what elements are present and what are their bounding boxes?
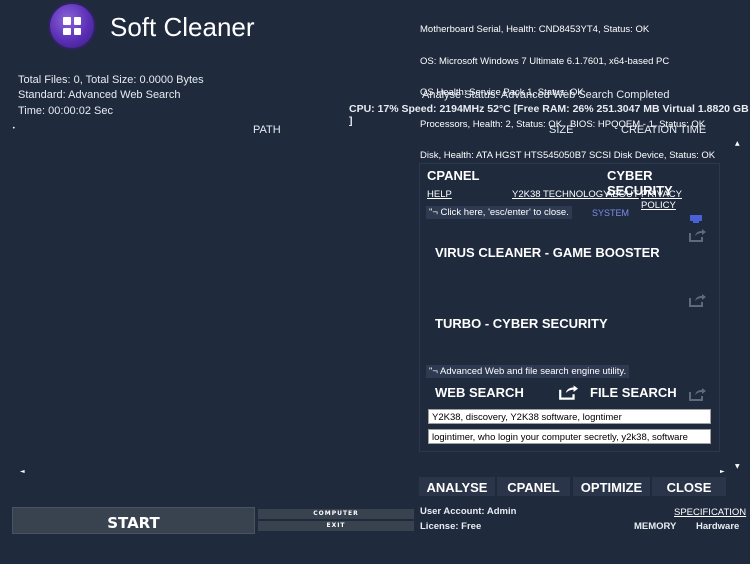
cpanel-title: CPANEL [427,168,480,183]
scroll-left-arrow-icon[interactable]: ◄ [20,468,25,475]
sysinfo-line: Motherboard Serial, Health: CND8453YT4, … [420,24,650,35]
web-search-button[interactable]: WEB SEARCH [435,385,524,400]
total-files-text: Total Files: 0, Total Size: 0.0000 Bytes [18,74,204,86]
time-text: Time: 00:00:02 Sec [18,105,113,117]
share-icon[interactable] [558,384,578,400]
turbo-cyber-security[interactable]: TURBO - CYBER SECURITY [435,316,608,331]
optimize-button[interactable]: OPTIMIZE [573,477,650,496]
close-button[interactable]: CLOSE [652,477,726,496]
help-link[interactable]: HELP [427,189,452,200]
monitor-icon[interactable] [690,208,702,223]
cpanel-popup: CPANEL CYBER SECURITY HELP Y2K38 TECHNOL… [419,163,720,452]
close-hint[interactable]: "¬ Click here, 'esc/enter' to close. [426,206,572,219]
window-grid-icon [63,17,81,35]
file-search-field[interactable]: logintimer, who login your computer secr… [428,429,711,444]
app-title: Soft Cleaner [110,12,255,42]
sysinfo-line: Disk, Health: ATA HGST HTS545050B7 SCSI … [420,150,716,161]
file-search-button[interactable]: FILE SEARCH [590,385,677,400]
search-engine-hint: "¬ Advanced Web and file search engine u… [426,365,630,378]
computer-button[interactable]: COMPUTER [258,509,414,519]
y2k38-technology-link[interactable]: Y2K38 TECHNOLOGY [512,189,610,200]
memory-button[interactable]: MEMORY [634,521,676,532]
standard-text: Standard: Advanced Web Search [18,89,181,101]
analyse-status-text: Analyse Status: Advanced Web Search Comp… [422,89,670,101]
system-info: Motherboard Serial, Health: CND8453YT4, … [420,4,715,172]
scroll-up-icon[interactable]: ▲ [735,140,740,147]
specification-link[interactable]: SPECIFICATION [674,507,746,518]
privacy-policy-link[interactable]: PRIVACY POLICY [641,189,719,211]
share-icon[interactable] [688,227,706,242]
app-logo [50,4,94,48]
web-search-field[interactable]: Y2K38, discovery, Y2K38 software, lognti… [428,409,711,424]
system-link[interactable]: SYSTEM [592,208,629,218]
virus-cleaner-game-booster[interactable]: VIRUS CLEANER - GAME BOOSTER [435,245,660,260]
start-button[interactable]: START [12,507,255,534]
analyse-button[interactable]: ANALYSE [419,477,495,496]
sysinfo-line: OS: Microsoft Windows 7 Ultimate 6.1.760… [420,55,670,67]
hardware-button[interactable]: Hardware [696,521,739,532]
license-text: License: Free [420,521,482,532]
exit-button[interactable]: EXIT [258,521,414,531]
cpanel-button[interactable]: CPANEL [497,477,570,496]
scroll-right-arrow-icon[interactable]: ► [720,468,725,475]
column-creation-time[interactable]: CREATION TIME [621,124,706,136]
user-account-text: User Account: Admin [420,506,517,517]
column-size[interactable]: SIZE [549,124,573,136]
about-link[interactable]: ABOUT [606,189,639,200]
scroll-left-icon[interactable]: • [12,125,16,132]
scroll-down-icon[interactable]: ▼ [735,463,740,470]
share-icon[interactable] [688,386,706,401]
share-icon[interactable] [688,292,706,307]
column-path[interactable]: PATH [253,124,281,136]
